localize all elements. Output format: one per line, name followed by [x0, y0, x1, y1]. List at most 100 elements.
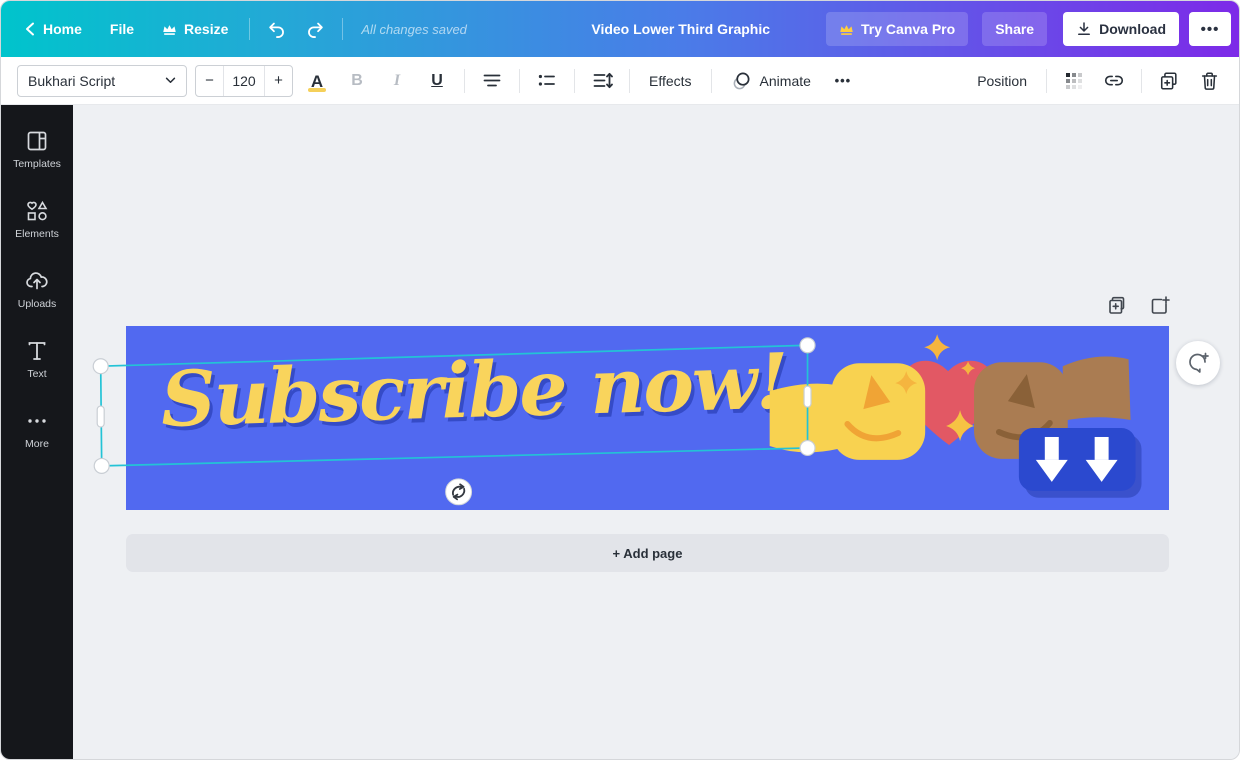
sidebar-item-label: Uploads [18, 298, 57, 310]
selection-handle-bottom-left[interactable] [94, 458, 109, 473]
toolbar-right-group: Position [969, 65, 1225, 97]
download-label: Download [1099, 21, 1166, 37]
undo-button[interactable] [258, 11, 295, 47]
link-icon [1103, 72, 1125, 90]
sidebar-item-more[interactable]: More [5, 401, 69, 458]
comment-plus-icon [1185, 350, 1211, 376]
effects-label: Effects [649, 73, 692, 89]
separator [1141, 69, 1142, 93]
crown-icon [839, 23, 854, 36]
font-size-value[interactable]: 120 [224, 66, 264, 96]
position-button[interactable]: Position [969, 65, 1035, 97]
save-status: All changes saved [361, 22, 467, 37]
add-page-icon-button[interactable] [1147, 293, 1173, 319]
sidebar-item-elements[interactable]: Elements [5, 191, 69, 248]
sidebar-item-label: More [25, 438, 49, 450]
sidebar-item-label: Text [27, 368, 46, 380]
undo-icon [267, 21, 286, 38]
duplicate-icon [1159, 71, 1179, 91]
effects-button[interactable]: Effects [641, 65, 700, 97]
copy-link-button[interactable] [1098, 65, 1130, 97]
separator [711, 69, 712, 93]
spacing-button[interactable] [586, 65, 618, 97]
download-icon [1076, 21, 1092, 37]
more-icon [25, 409, 49, 433]
font-size-decrease-button[interactable]: − [196, 66, 224, 96]
animate-label: Animate [760, 73, 811, 89]
rotate-handle[interactable] [446, 479, 472, 505]
separator [574, 69, 575, 93]
elements-icon [25, 199, 49, 223]
underline-letter: U [431, 72, 443, 90]
text-color-swatch [308, 88, 326, 92]
italic-button[interactable]: I [381, 65, 413, 97]
file-label: File [110, 21, 134, 37]
transparency-button[interactable] [1058, 65, 1090, 97]
toolbar-more-button[interactable]: ••• [827, 65, 859, 97]
text-color-button[interactable]: A [301, 65, 333, 97]
selection-handle-top-right[interactable] [800, 338, 815, 353]
resize-button[interactable]: Resize [149, 11, 241, 47]
headline-text-element[interactable]: Subscribe now! [160, 336, 788, 444]
topbar-more-button[interactable]: ••• [1189, 12, 1231, 46]
home-button[interactable]: Home [11, 11, 95, 47]
home-label: Home [43, 21, 82, 37]
chevron-down-icon [165, 77, 176, 84]
canva-editor-window: Home File Resize All changes saved Video… [0, 0, 1240, 760]
chevron-left-icon [24, 22, 36, 36]
separator [519, 69, 520, 93]
animate-button[interactable]: Animate [723, 65, 819, 97]
selection-handle-right[interactable] [804, 386, 811, 407]
top-bar: Home File Resize All changes saved Video… [1, 1, 1239, 57]
main-area: Templates Elements Uploads Text More [1, 105, 1239, 759]
sidebar-item-label: Elements [15, 228, 59, 240]
position-label: Position [977, 73, 1027, 89]
duplicate-button[interactable] [1153, 65, 1185, 97]
add-page-button[interactable]: + Add page [126, 534, 1169, 572]
font-size-stepper: − 120 + [195, 65, 293, 97]
try-canva-pro-button[interactable]: Try Canva Pro [826, 12, 968, 46]
separator [1046, 69, 1047, 93]
font-size-increase-button[interactable]: + [264, 66, 292, 96]
add-page-icon [1149, 295, 1171, 317]
sidebar-item-uploads[interactable]: Uploads [5, 261, 69, 318]
sidebar-item-text[interactable]: Text [5, 331, 69, 388]
animate-icon [731, 71, 752, 91]
page-actions [1105, 293, 1173, 319]
separator [249, 18, 250, 40]
document-title[interactable]: Video Lower Third Graphic [591, 21, 770, 37]
sidebar-item-templates[interactable]: Templates [5, 121, 69, 178]
text-toolbar: Bukhari Script − 120 + A B I U [1, 57, 1239, 105]
design-canvas-area: Subscribe now! [73, 105, 1239, 759]
separator [342, 18, 343, 40]
font-name: Bukhari Script [28, 73, 115, 89]
separator [629, 69, 630, 93]
selection-handle-top-left[interactable] [93, 359, 108, 374]
delete-button[interactable] [1193, 65, 1225, 97]
share-label: Share [995, 21, 1034, 37]
separator [464, 69, 465, 93]
bold-letter: B [351, 72, 363, 90]
transparency-checkerboard-icon [1065, 72, 1083, 90]
line-spacing-icon [592, 71, 613, 90]
text-icon [25, 339, 49, 363]
comment-fab-button[interactable] [1176, 341, 1220, 385]
duplicate-page-button[interactable] [1105, 293, 1131, 319]
resize-label: Resize [184, 21, 228, 37]
underline-button[interactable]: U [421, 65, 453, 97]
list-button[interactable] [531, 65, 563, 97]
file-button[interactable]: File [97, 11, 147, 47]
align-center-icon [482, 72, 502, 90]
crown-icon [162, 23, 177, 36]
text-align-button[interactable] [476, 65, 508, 97]
share-button[interactable]: Share [982, 12, 1047, 46]
uploads-icon [25, 269, 49, 293]
bullet-list-icon [537, 72, 557, 90]
download-button[interactable]: Download [1063, 12, 1179, 46]
selection-handle-left[interactable] [97, 406, 104, 427]
redo-button[interactable] [297, 11, 334, 47]
selection-handle-bottom-right[interactable] [800, 440, 815, 455]
font-family-select[interactable]: Bukhari Script [17, 65, 187, 97]
templates-icon [25, 129, 49, 153]
bold-button[interactable]: B [341, 65, 373, 97]
